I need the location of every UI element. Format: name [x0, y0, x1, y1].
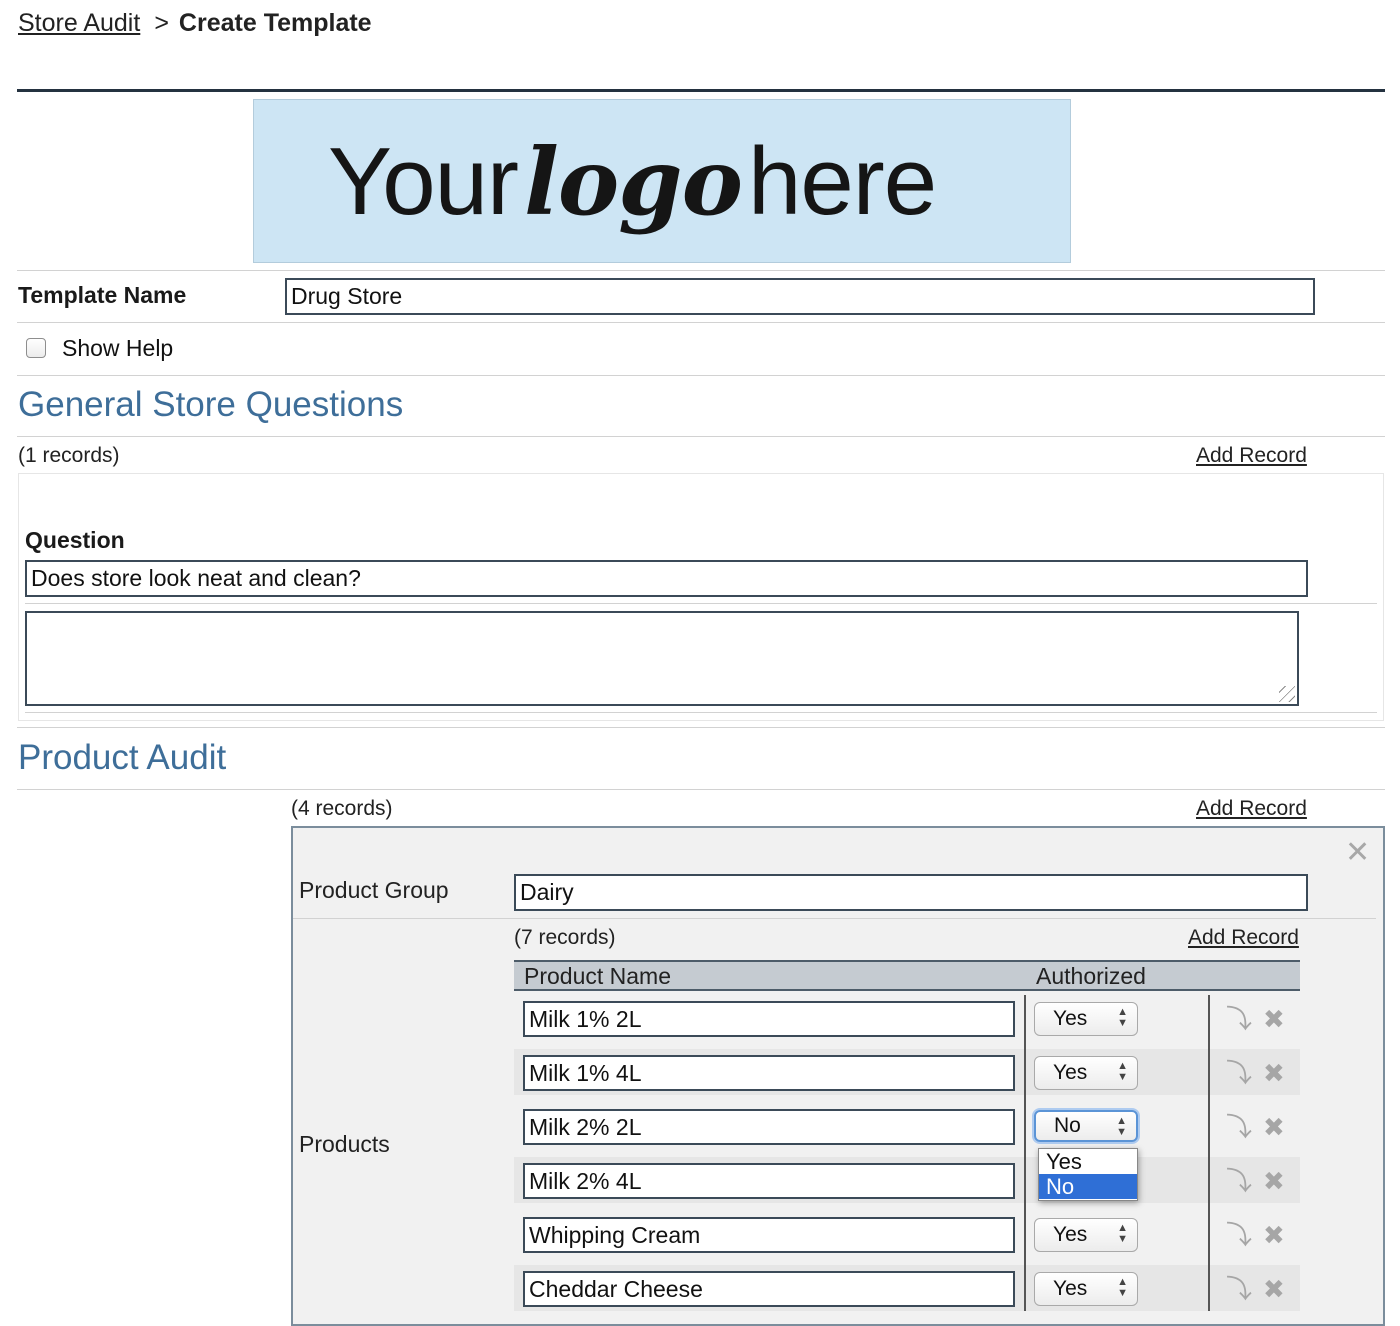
move-down-arrow-icon[interactable]: ⤵ [1226, 1220, 1252, 1250]
question-label: Question [25, 527, 125, 553]
question-input[interactable]: Does store look neat and clean? [25, 560, 1308, 597]
authorized-select[interactable]: Yes ▲ ▼ [1034, 1056, 1138, 1090]
template-name-label: Template Name [18, 282, 187, 308]
logo-word-your: Your [328, 128, 519, 235]
divider [293, 918, 1376, 919]
products-add-record-link[interactable]: Add Record [1188, 926, 1299, 950]
template-name-input[interactable]: Drug Store [285, 278, 1315, 315]
divider [17, 727, 1385, 728]
products-table-header: Product Name Authorized [514, 960, 1300, 991]
product-name-input[interactable]: Whipping Cream [523, 1217, 1015, 1253]
move-down-arrow-icon[interactable]: ⤵ [1226, 1058, 1252, 1088]
logo-word-logo: logo [523, 128, 743, 236]
column-divider [1024, 995, 1026, 1311]
product-name-input[interactable]: Milk 1% 4L [523, 1055, 1015, 1091]
move-down-arrow-icon[interactable]: ⤵ [1226, 1004, 1252, 1034]
authorized-value: Yes [1053, 1061, 1088, 1084]
authorized-dropdown-menu: Yes No [1038, 1148, 1138, 1201]
question-notes-textarea[interactable] [25, 611, 1299, 706]
section-title-general: General Store Questions [18, 385, 404, 424]
general-records-count: (1 records) [18, 444, 120, 467]
column-header-product-name: Product Name [524, 963, 672, 989]
delete-x-icon[interactable]: ✖ [1263, 1004, 1285, 1034]
select-updown-icon: ▲ ▼ [1117, 1276, 1128, 1299]
authorized-select[interactable]: Yes ▲ ▼ [1034, 1218, 1138, 1252]
show-help-label: Show Help [62, 335, 174, 361]
close-icon[interactable]: ✕ [1345, 835, 1370, 870]
divider [17, 322, 1385, 323]
resize-grip-icon[interactable] [1279, 686, 1295, 702]
divider [17, 375, 1385, 376]
move-down-arrow-icon[interactable]: ⤵ [1226, 1112, 1252, 1142]
divider [25, 603, 1377, 604]
delete-x-icon[interactable]: ✖ [1263, 1166, 1285, 1196]
product-name-input[interactable]: Milk 2% 4L [523, 1163, 1015, 1199]
authorized-value: No [1054, 1114, 1081, 1137]
header-divider [17, 89, 1385, 92]
move-down-arrow-icon[interactable]: ⤵ [1226, 1274, 1252, 1304]
delete-x-icon[interactable]: ✖ [1263, 1058, 1285, 1088]
general-add-record-link[interactable]: Add Record [1196, 444, 1307, 468]
section-title-product-audit: Product Audit [18, 738, 227, 777]
divider [17, 270, 1385, 271]
column-header-authorized: Authorized [1036, 963, 1146, 989]
select-updown-icon: ▲ ▼ [1117, 1060, 1128, 1083]
breadcrumb: Store Audit > Create Template [18, 6, 372, 40]
product-group-input[interactable]: Dairy [514, 874, 1308, 911]
dropdown-option-no[interactable]: No [1039, 1174, 1137, 1199]
product-audit-records-count: (4 records) [291, 797, 393, 820]
select-updown-icon: ▲ ▼ [1117, 1222, 1128, 1245]
product-group-label: Product Group [299, 877, 449, 903]
breadcrumb-separator: > [154, 9, 169, 37]
move-down-arrow-icon[interactable]: ⤵ [1226, 1166, 1252, 1196]
show-help-checkbox[interactable] [26, 338, 46, 358]
product-name-input[interactable]: Cheddar Cheese [523, 1271, 1015, 1307]
authorized-value: Yes [1053, 1277, 1088, 1300]
divider [25, 712, 1377, 713]
logo-placeholder: Yourlogohere [253, 99, 1071, 263]
delete-x-icon[interactable]: ✖ [1263, 1220, 1285, 1250]
delete-x-icon[interactable]: ✖ [1263, 1112, 1285, 1142]
product-audit-add-record-link[interactable]: Add Record [1196, 797, 1307, 821]
product-name-input[interactable]: Milk 2% 2L [523, 1109, 1015, 1145]
authorized-select[interactable]: Yes ▲ ▼ [1034, 1002, 1138, 1036]
logo-word-here: here [747, 128, 937, 235]
products-label: Products [299, 1131, 390, 1157]
page-title: Create Template [178, 9, 372, 37]
authorized-select[interactable]: No ▲ ▼ [1034, 1110, 1138, 1142]
divider [17, 436, 1385, 437]
delete-x-icon[interactable]: ✖ [1263, 1274, 1285, 1304]
authorized-value: Yes [1053, 1007, 1088, 1030]
breadcrumb-link-store-audit[interactable]: Store Audit [18, 9, 140, 37]
authorized-value: Yes [1053, 1223, 1088, 1246]
product-name-input[interactable]: Milk 1% 2L [523, 1001, 1015, 1037]
dropdown-option-yes[interactable]: Yes [1039, 1149, 1137, 1174]
authorized-select[interactable]: Yes ▲ ▼ [1034, 1272, 1138, 1306]
column-divider [1208, 995, 1210, 1311]
products-records-count: (7 records) [514, 926, 616, 949]
select-updown-icon: ▲ ▼ [1117, 1006, 1128, 1029]
select-updown-icon: ▲ ▼ [1116, 1115, 1127, 1138]
divider [17, 789, 1385, 790]
